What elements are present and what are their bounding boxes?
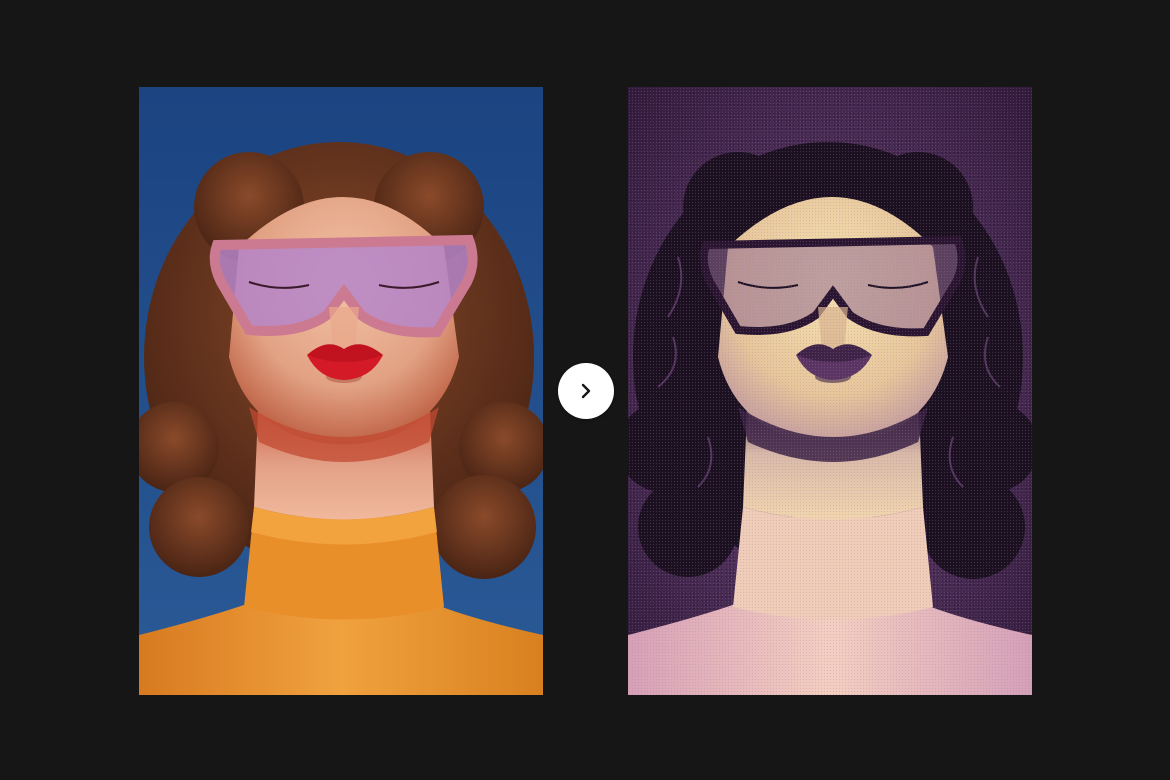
next-arrow-button[interactable] <box>558 363 614 419</box>
after-image <box>628 87 1032 695</box>
halftone-effect-photo <box>628 87 1032 695</box>
before-image <box>139 87 543 695</box>
original-photo <box>139 87 543 695</box>
chevron-right-icon <box>581 383 591 399</box>
